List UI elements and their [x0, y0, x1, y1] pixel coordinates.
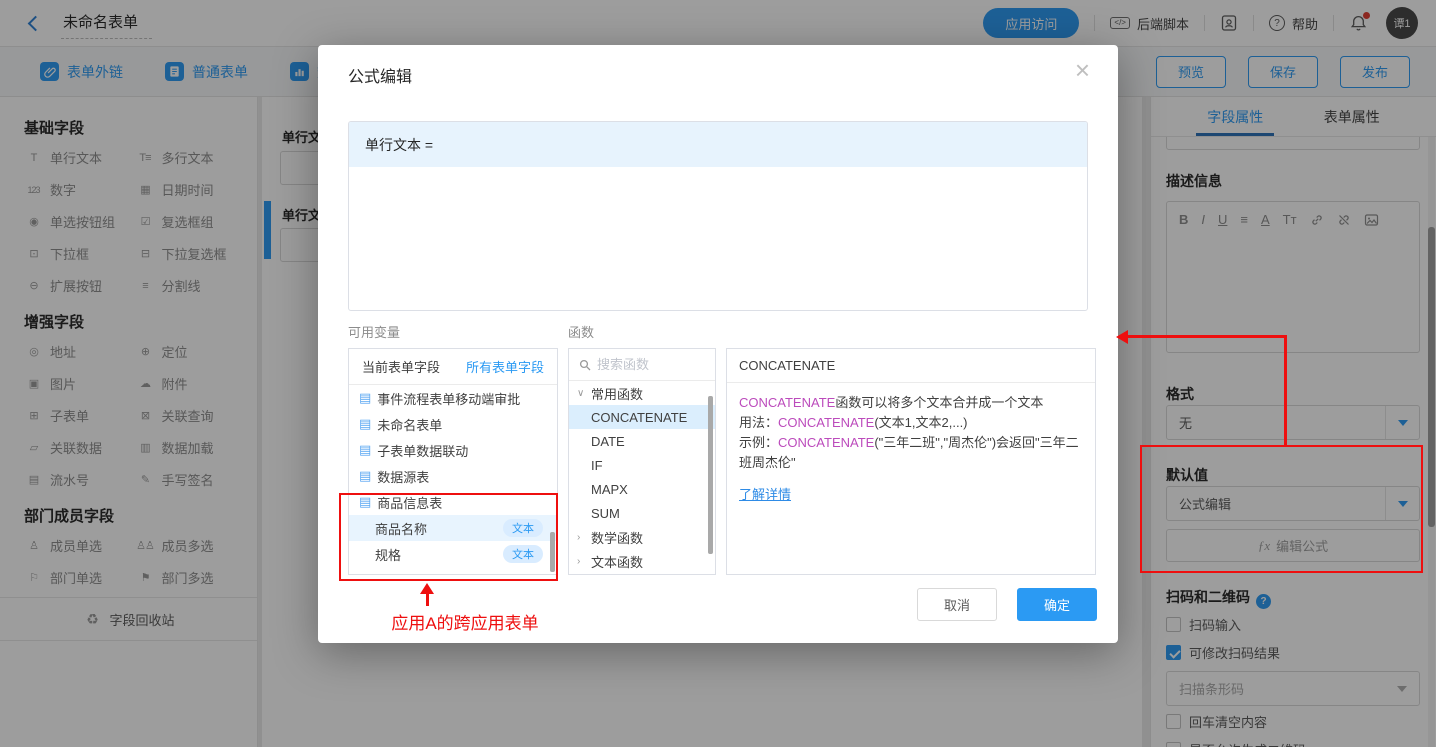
search-icon	[579, 359, 591, 371]
caret-right-icon: ›	[577, 532, 586, 543]
function-item-mapx[interactable]: MAPX	[569, 477, 715, 501]
annotation-arrow-up-stem	[426, 593, 429, 606]
annotation-box-default-value	[1140, 445, 1423, 573]
close-icon[interactable]: ×	[1075, 57, 1090, 83]
function-group-math[interactable]: ›数学函数	[569, 525, 715, 549]
function-search	[569, 349, 715, 381]
cancel-button[interactable]: 取消	[917, 588, 997, 621]
form-doc-icon: ▤	[359, 416, 371, 432]
functions-panel: ∨常用函数 CONCATENATE DATE IF MAPX SUM ›数学函数…	[568, 348, 716, 575]
function-detail-panel: CONCATENATE CONCATENATE函数可以将多个文本合并成一个文本 …	[726, 348, 1096, 575]
annotation-box-cross-app-form	[339, 493, 558, 581]
form-doc-icon: ▤	[359, 468, 371, 484]
function-item-date[interactable]: DATE	[569, 429, 715, 453]
form-doc-icon: ▤	[359, 390, 371, 406]
variable-form-item[interactable]: ▤未命名表单	[349, 411, 557, 437]
annotation-connector-horizontal	[1126, 335, 1286, 338]
annotation-cross-app-label: 应用A的跨应用表单	[355, 609, 575, 634]
variable-form-item[interactable]: ▤数据源表	[349, 463, 557, 489]
function-detail-title: CONCATENATE	[727, 349, 1095, 383]
tab-all-form-fields[interactable]: 所有表单字段	[466, 357, 544, 376]
variable-form-item[interactable]: ▤事件流程表单移动端审批	[349, 385, 557, 411]
variables-tabs: 当前表单字段 所有表单字段	[349, 349, 557, 385]
variable-form-item[interactable]: ▤子表单数据联动	[349, 437, 557, 463]
caret-right-icon: ›	[577, 556, 586, 567]
scrollbar-thumb[interactable]	[708, 396, 713, 554]
function-group-text[interactable]: ›文本函数	[569, 549, 715, 573]
modal-title: 公式编辑	[348, 63, 412, 87]
function-item-concatenate[interactable]: CONCATENATE	[569, 405, 715, 429]
tab-current-form-fields[interactable]: 当前表单字段	[362, 357, 440, 376]
function-description: CONCATENATE函数可以将多个文本合并成一个文本	[739, 393, 1083, 413]
functions-section-label: 函数	[568, 322, 594, 341]
function-item-sum[interactable]: SUM	[569, 501, 715, 525]
learn-more-link[interactable]: 了解详情	[739, 485, 791, 505]
function-example: 示例：CONCATENATE("三年二班","周杰伦")会返回"三年二班周杰伦"	[739, 433, 1083, 473]
function-item-if[interactable]: IF	[569, 453, 715, 477]
confirm-button[interactable]: 确定	[1017, 588, 1097, 621]
function-usage: 用法：CONCATENATE(文本1,文本2,...)	[739, 413, 1083, 433]
function-search-input[interactable]	[597, 357, 697, 372]
variables-section-label: 可用变量	[348, 322, 400, 341]
function-group-common[interactable]: ∨常用函数	[569, 381, 715, 405]
form-doc-icon: ▤	[359, 442, 371, 458]
annotation-connector-vertical	[1284, 335, 1287, 447]
caret-down-icon: ∨	[577, 388, 586, 399]
formula-target: 单行文本 =	[349, 122, 1087, 167]
form-designer-app: 未命名表单 应用访问 </> 后端脚本 ? 帮助	[0, 0, 1436, 747]
function-detail-body: CONCATENATE函数可以将多个文本合并成一个文本 用法：CONCATENA…	[727, 383, 1095, 515]
formula-editor[interactable]: 单行文本 =	[348, 121, 1088, 311]
